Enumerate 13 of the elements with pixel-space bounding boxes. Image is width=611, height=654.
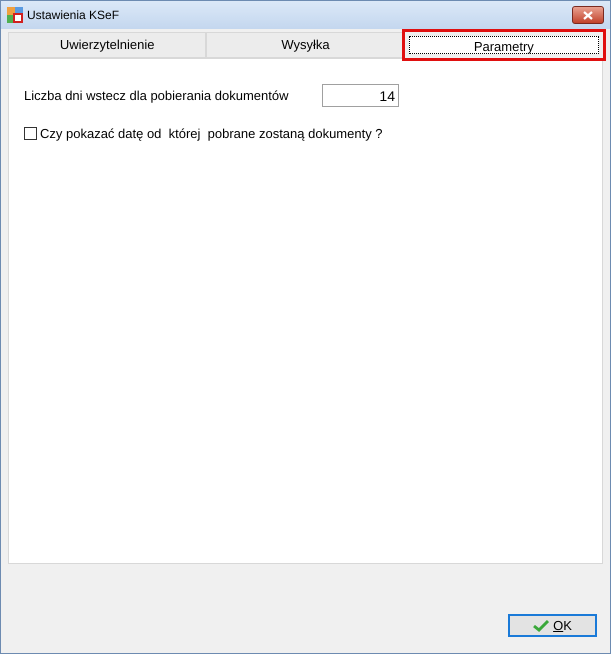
- tab[interactable]: Wysyłka: [206, 32, 405, 58]
- close-icon: [583, 10, 593, 20]
- days-input-field[interactable]: 14: [322, 84, 399, 107]
- close-button[interactable]: [572, 6, 604, 24]
- checkbox-label: Czy pokazać datę od której pobrane zostaną dokumenty ?: [40, 125, 383, 143]
- window-title: Ustawienia KSeF: [27, 7, 120, 24]
- ok-button[interactable]: OK: [508, 614, 597, 637]
- tab[interactable]: Uwierzytelnienie: [8, 32, 206, 58]
- checkbox[interactable]: [24, 127, 37, 140]
- app-icon: [7, 7, 23, 23]
- field-label: Liczba dni wstecz dla pobierania dokumentów: [24, 86, 290, 105]
- tab[interactable]: Parametry: [408, 36, 599, 54]
- check-icon: [533, 620, 550, 632]
